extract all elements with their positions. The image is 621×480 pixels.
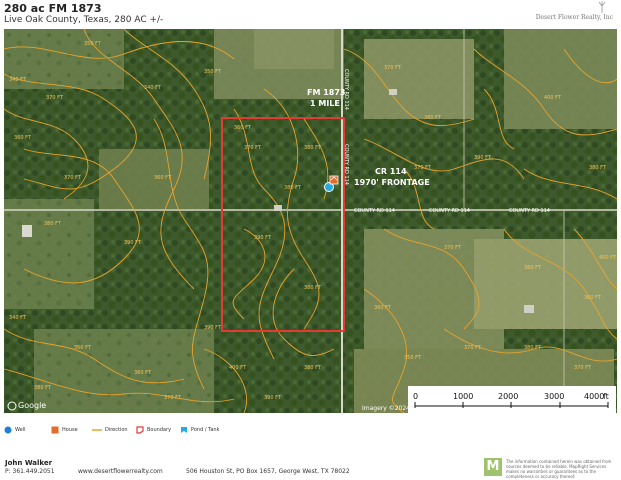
contour-label: 340 FT bbox=[144, 85, 162, 91]
contour-label: 360 FT bbox=[584, 295, 602, 301]
page-title: 280 ac FM 1873 bbox=[4, 2, 102, 15]
scale-tick: 4000 bbox=[584, 392, 604, 401]
legend-label: Well bbox=[15, 427, 26, 433]
contour-label: 380 FT bbox=[524, 265, 542, 271]
contour-label: 390 FT bbox=[474, 155, 492, 161]
contour-label: 390 FT bbox=[204, 325, 222, 331]
scale-tick: 0 bbox=[413, 392, 418, 401]
contour-label: 400 FT bbox=[229, 365, 247, 371]
pond-icon bbox=[181, 427, 187, 433]
agent-phone[interactable]: P: 361.449.2051 bbox=[5, 468, 55, 475]
contour-label: 390 FT bbox=[124, 240, 142, 246]
legend-label: Direction bbox=[105, 427, 128, 433]
map-view[interactable]: 350 FT 340 FT 370 FT 340 FT 350 FT 360 F… bbox=[4, 29, 617, 413]
contour-label: 370 FT bbox=[464, 345, 482, 351]
mapright-logo: M bbox=[484, 458, 502, 476]
contour-label: 380 FT bbox=[524, 345, 542, 351]
contour-label: 400 FT bbox=[544, 95, 562, 101]
road-label: COUNTY RD 114 bbox=[509, 208, 550, 214]
scale-tick: 2000 bbox=[498, 392, 518, 401]
scale-tick: 3000 bbox=[544, 392, 564, 401]
contour-label: 370 FT bbox=[64, 175, 82, 181]
disclaimer-text: The information contained herein was obt… bbox=[506, 459, 612, 479]
contour-label: 370 FT bbox=[414, 165, 432, 171]
contour-label: 370 FT bbox=[444, 245, 462, 251]
contour-label: 360 FT bbox=[134, 370, 152, 376]
header: 280 ac FM 1873 Live Oak County, Texas, 2… bbox=[0, 0, 621, 28]
contour-label: 340 FT bbox=[9, 315, 27, 321]
scale-bar: 0 1000 2000 3000 4000 ft bbox=[408, 386, 616, 413]
footer: John Walker P: 361.449.2051 www.desertfl… bbox=[0, 455, 621, 480]
map-legend: Well House Direction Boundary Pond / Tan… bbox=[4, 422, 404, 436]
legend-label: Pond / Tank bbox=[191, 427, 220, 433]
legend-item-well: Well bbox=[4, 426, 26, 434]
well-icon bbox=[4, 426, 12, 434]
house-marker[interactable] bbox=[329, 175, 339, 185]
contour-label: 370 FT bbox=[574, 365, 592, 371]
contour-label: 380 FT bbox=[304, 365, 322, 371]
contour-label: 370 FT bbox=[164, 395, 182, 401]
contour-label: 380 FT bbox=[304, 145, 322, 151]
map-logo: Google bbox=[18, 401, 46, 410]
brand-name: Desert Flower Realty, Inc bbox=[535, 14, 613, 21]
contour-label: 360 FT bbox=[154, 175, 172, 181]
contour-label: 380 FT bbox=[424, 115, 442, 121]
contour-label: 380 FT bbox=[284, 185, 302, 191]
scale-unit: ft bbox=[603, 392, 609, 401]
contour-label: 360 FT bbox=[374, 305, 392, 311]
agent-name: John Walker bbox=[5, 459, 53, 467]
agent-website[interactable]: www.desertflowerrealty.com bbox=[78, 468, 163, 475]
house-icon bbox=[51, 426, 59, 434]
contour-label: 390 FT bbox=[264, 395, 282, 401]
contour-label: 360 FT bbox=[14, 135, 32, 141]
road-label: COUNTY RD 114 bbox=[429, 208, 470, 214]
cr114-label-line2: 1970' FRONTAGE bbox=[354, 178, 430, 187]
scale-tick: 1000 bbox=[453, 392, 473, 401]
fm1873-label-line2: 1 MILE bbox=[310, 99, 340, 108]
road-label: COUNTY RD 114 bbox=[354, 208, 395, 214]
contour-label: 390 FT bbox=[254, 235, 272, 241]
page-subtitle: Live Oak County, Texas, 280 AC +/- bbox=[4, 15, 164, 25]
contour-label: 380 FT bbox=[589, 165, 607, 171]
contour-label: 400 FT bbox=[599, 255, 617, 261]
legend-item-direction: Direction bbox=[92, 426, 128, 434]
boundary-icon bbox=[136, 426, 144, 434]
cr114-label-line1: CR 114 bbox=[375, 167, 407, 176]
contour-label: 360 FT bbox=[234, 125, 252, 131]
map-canvas[interactable]: 350 FT 340 FT 370 FT 340 FT 350 FT 360 F… bbox=[4, 29, 617, 413]
imagery-attribution: Imagery ©2024 bbox=[362, 405, 410, 412]
contour-label: 350 FT bbox=[74, 345, 92, 351]
contour-label: 380 FT bbox=[34, 385, 52, 391]
legend-label: Boundary bbox=[147, 427, 172, 433]
legend-item-house: House bbox=[51, 426, 78, 434]
flower-logo-icon bbox=[598, 1, 606, 13]
legend-label: House bbox=[62, 427, 78, 433]
contour-label: 370 FT bbox=[244, 145, 262, 151]
direction-icon bbox=[92, 429, 102, 431]
fm1873-label-line1: FM 1873 bbox=[307, 88, 345, 97]
contour-label: 350 FT bbox=[84, 41, 102, 47]
contour-label: 350 FT bbox=[204, 69, 222, 75]
contour-label: 370 FT bbox=[384, 65, 402, 71]
contour-label: 380 FT bbox=[304, 285, 322, 291]
legend-item-boundary: Boundary bbox=[136, 426, 171, 434]
agent-address: 506 Houston St, PO Box 1657, George West… bbox=[186, 468, 350, 475]
contour-label: 380 FT bbox=[44, 221, 62, 227]
contour-label: 370 FT bbox=[46, 95, 64, 101]
contour-label: 340 FT bbox=[9, 77, 27, 83]
legend-item-pond: Pond / Tank bbox=[180, 426, 219, 434]
contour-label: 350 FT bbox=[404, 355, 422, 361]
